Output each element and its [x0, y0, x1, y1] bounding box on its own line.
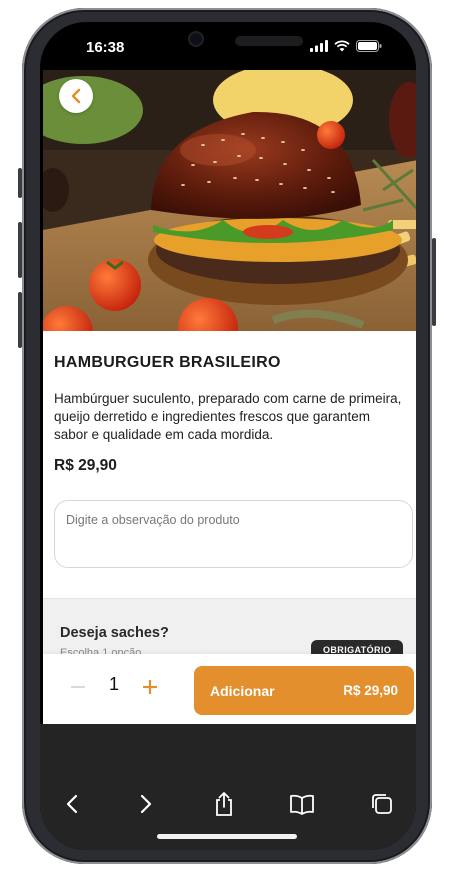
action-button	[18, 168, 22, 198]
browser-toolbar	[40, 724, 416, 850]
quantity-decrease-button[interactable]	[69, 676, 87, 698]
back-button[interactable]	[59, 79, 93, 113]
phone-screen: 16:38 HAMBURGUER BRASILEIRO Hambúrguer s…	[40, 22, 416, 850]
browser-forward-button[interactable]	[132, 790, 160, 818]
sachets-title: Deseja saches?	[60, 625, 169, 641]
tabs-button[interactable]	[368, 790, 396, 818]
status-icons	[310, 40, 382, 52]
battery-icon	[356, 40, 382, 52]
phone-frame: 16:38 HAMBURGUER BRASILEIRO Hambúrguer s…	[18, 8, 436, 864]
product-description: Hambúrguer suculento, preparado com carn…	[54, 391, 402, 442]
add-to-cart-bar: 1 Adicionar R$ 29,90	[43, 654, 416, 724]
volume-down-button	[18, 292, 22, 348]
observation-field[interactable]	[54, 500, 413, 568]
status-time: 16:38	[86, 39, 125, 56]
wifi-icon	[334, 40, 350, 52]
product-title: HAMBURGUER BRASILEIRO	[54, 354, 281, 371]
chevron-left-icon	[71, 88, 81, 104]
browser-back-button[interactable]	[58, 790, 86, 818]
signal-icon	[310, 40, 328, 52]
status-bar: 16:38	[40, 22, 416, 70]
quantity-increase-button[interactable]	[141, 676, 159, 702]
chevron-left-icon	[66, 794, 78, 814]
product-price: R$ 29,90	[54, 457, 117, 474]
add-button-price: R$ 29,90	[343, 683, 398, 698]
web-content: HAMBURGUER BRASILEIRO Hambúrguer suculen…	[43, 70, 416, 724]
share-button[interactable]	[210, 790, 238, 818]
add-to-cart-button[interactable]: Adicionar R$ 29,90	[194, 666, 414, 715]
share-icon	[216, 792, 232, 816]
power-button	[432, 238, 436, 326]
tabs-icon	[372, 794, 392, 814]
product-image	[43, 70, 416, 331]
chevron-right-icon	[140, 794, 152, 814]
quantity-value: 1	[109, 674, 120, 694]
book-icon	[290, 794, 314, 815]
minus-icon	[71, 686, 85, 688]
home-indicator	[157, 834, 297, 839]
add-button-label: Adicionar	[210, 682, 275, 699]
bookmarks-button[interactable]	[288, 790, 316, 818]
plus-icon	[143, 680, 157, 694]
volume-up-button	[18, 222, 22, 278]
